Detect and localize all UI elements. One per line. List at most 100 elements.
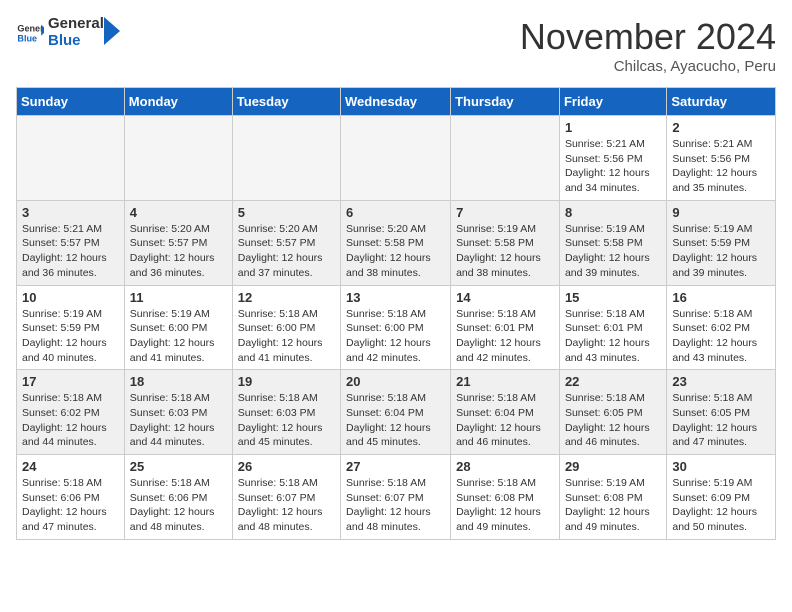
- day-info: Sunrise: 5:19 AM Sunset: 6:09 PM Dayligh…: [672, 476, 770, 535]
- calendar-cell: 16Sunrise: 5:18 AM Sunset: 6:02 PM Dayli…: [667, 285, 776, 370]
- calendar-cell: [124, 116, 232, 201]
- calendar-cell: 8Sunrise: 5:19 AM Sunset: 5:58 PM Daylig…: [559, 200, 666, 285]
- day-number: 26: [238, 459, 335, 474]
- weekday-header-monday: Monday: [124, 88, 232, 116]
- weekday-header-thursday: Thursday: [451, 88, 560, 116]
- calendar-cell: 23 Sunrise: 5:18 AM Sunset: 6:05 PM Dayli…: [667, 370, 776, 455]
- calendar-cell: 20 Sunrise: 5:18 AM Sunset: 6:04 PM Dayli…: [341, 370, 451, 455]
- calendar-cell: 30 Sunrise: 5:19 AM Sunset: 6:09 PM Dayli…: [667, 455, 776, 540]
- day-info: Sunrise: 5:18 AM Sunset: 6:00 PM Dayligh…: [238, 307, 335, 366]
- svg-text:Blue: Blue: [17, 33, 37, 43]
- day-info: Sunrise: 5:19 AM Sunset: 5:59 PM Dayligh…: [22, 307, 119, 366]
- calendar-cell: 22Sunrise: 5:18 AM Sunset: 6:05 PM Dayli…: [559, 370, 666, 455]
- weekday-header-tuesday: Tuesday: [232, 88, 340, 116]
- day-info: Sunrise: 5:21 AM Sunset: 5:57 PM Dayligh…: [22, 222, 119, 281]
- day-number: 21: [456, 374, 554, 389]
- calendar-cell: 25Sunrise: 5:18 AM Sunset: 6:06 PM Dayli…: [124, 455, 232, 540]
- day-number: 13: [346, 290, 445, 305]
- page-header: General Blue General Blue November 2024 …: [16, 16, 776, 75]
- calendar-cell: 14Sunrise: 5:18 AM Sunset: 6:01 PM Dayli…: [451, 285, 560, 370]
- calendar-cell: 24Sunrise: 5:18 AM Sunset: 6:06 PM Dayli…: [17, 455, 125, 540]
- day-number: 15: [565, 290, 661, 305]
- day-number: 7: [456, 205, 554, 220]
- calendar-cell: 29 Sunrise: 5:19 AM Sunset: 6:08 PM Dayli…: [559, 455, 666, 540]
- calendar-cell: [232, 116, 340, 201]
- weekday-header-sunday: Sunday: [17, 88, 125, 116]
- day-number: 29: [565, 459, 661, 474]
- logo: General Blue General Blue: [16, 16, 120, 49]
- calendar-cell: 21 Sunrise: 5:18 AM Sunset: 6:04 PM Dayli…: [451, 370, 560, 455]
- calendar-cell: 18 Sunrise: 5:18 AM Sunset: 6:03 PM Dayli…: [124, 370, 232, 455]
- calendar-cell: 10Sunrise: 5:19 AM Sunset: 5:59 PM Dayli…: [17, 285, 125, 370]
- day-info: Sunrise: 5:18 AM Sunset: 6:02 PM Dayligh…: [672, 307, 770, 366]
- day-info: Sunrise: 5:18 AM Sunset: 6:03 PM Dayligh…: [130, 391, 227, 450]
- day-info: Sunrise: 5:18 AM Sunset: 6:05 PM Dayligh…: [565, 391, 661, 450]
- weekday-header-saturday: Saturday: [667, 88, 776, 116]
- day-number: 25: [130, 459, 227, 474]
- day-info: Sunrise: 5:19 AM Sunset: 5:58 PM Dayligh…: [456, 222, 554, 281]
- logo-blue-text: Blue: [48, 33, 104, 50]
- day-info: Sunrise: 5:18 AM Sunset: 6:07 PM Dayligh…: [238, 476, 335, 535]
- day-number: 27: [346, 459, 445, 474]
- weekday-header-row: SundayMondayTuesdayWednesdayThursdayFrid…: [17, 88, 776, 116]
- day-number: 30: [672, 459, 770, 474]
- calendar-week-5: 24Sunrise: 5:18 AM Sunset: 6:06 PM Dayli…: [17, 455, 776, 540]
- calendar-cell: 11 Sunrise: 5:19 AM Sunset: 6:00 PM Dayli…: [124, 285, 232, 370]
- day-number: 17: [22, 374, 119, 389]
- calendar-cell: [451, 116, 560, 201]
- calendar-week-3: 10Sunrise: 5:19 AM Sunset: 5:59 PM Dayli…: [17, 285, 776, 370]
- location-subtitle: Chilcas, Ayacucho, Peru: [520, 58, 776, 75]
- logo-triangle: [104, 17, 120, 45]
- weekday-header-friday: Friday: [559, 88, 666, 116]
- day-info: Sunrise: 5:20 AM Sunset: 5:57 PM Dayligh…: [130, 222, 227, 281]
- weekday-header-wednesday: Wednesday: [341, 88, 451, 116]
- day-info: Sunrise: 5:18 AM Sunset: 6:07 PM Dayligh…: [346, 476, 445, 535]
- calendar-cell: 28Sunrise: 5:18 AM Sunset: 6:08 PM Dayli…: [451, 455, 560, 540]
- day-number: 20: [346, 374, 445, 389]
- day-info: Sunrise: 5:18 AM Sunset: 6:00 PM Dayligh…: [346, 307, 445, 366]
- day-number: 3: [22, 205, 119, 220]
- day-info: Sunrise: 5:18 AM Sunset: 6:02 PM Dayligh…: [22, 391, 119, 450]
- calendar-cell: 17 Sunrise: 5:18 AM Sunset: 6:02 PM Dayli…: [17, 370, 125, 455]
- day-number: 4: [130, 205, 227, 220]
- day-info: Sunrise: 5:21 AM Sunset: 5:56 PM Dayligh…: [672, 137, 770, 196]
- day-number: 1: [565, 120, 661, 135]
- day-number: 5: [238, 205, 335, 220]
- calendar-cell: 6 Sunrise: 5:20 AM Sunset: 5:58 PM Daylig…: [341, 200, 451, 285]
- calendar-cell: 12Sunrise: 5:18 AM Sunset: 6:00 PM Dayli…: [232, 285, 340, 370]
- day-info: Sunrise: 5:19 AM Sunset: 5:58 PM Dayligh…: [565, 222, 661, 281]
- day-info: Sunrise: 5:20 AM Sunset: 5:58 PM Dayligh…: [346, 222, 445, 281]
- calendar-table: SundayMondayTuesdayWednesdayThursdayFrid…: [16, 87, 776, 540]
- day-info: Sunrise: 5:19 AM Sunset: 6:08 PM Dayligh…: [565, 476, 661, 535]
- calendar-cell: [17, 116, 125, 201]
- day-info: Sunrise: 5:18 AM Sunset: 6:06 PM Dayligh…: [22, 476, 119, 535]
- calendar-cell: 4 Sunrise: 5:20 AM Sunset: 5:57 PM Daylig…: [124, 200, 232, 285]
- day-number: 2: [672, 120, 770, 135]
- day-info: Sunrise: 5:20 AM Sunset: 5:57 PM Dayligh…: [238, 222, 335, 281]
- day-info: Sunrise: 5:19 AM Sunset: 5:59 PM Dayligh…: [672, 222, 770, 281]
- day-info: Sunrise: 5:18 AM Sunset: 6:04 PM Dayligh…: [346, 391, 445, 450]
- day-number: 6: [346, 205, 445, 220]
- day-number: 11: [130, 290, 227, 305]
- day-number: 23: [672, 374, 770, 389]
- day-number: 28: [456, 459, 554, 474]
- day-number: 18: [130, 374, 227, 389]
- title-block: November 2024 Chilcas, Ayacucho, Peru: [520, 16, 776, 75]
- month-title: November 2024: [520, 16, 776, 58]
- calendar-cell: 7 Sunrise: 5:19 AM Sunset: 5:58 PM Daylig…: [451, 200, 560, 285]
- day-info: Sunrise: 5:18 AM Sunset: 6:04 PM Dayligh…: [456, 391, 554, 450]
- day-info: Sunrise: 5:18 AM Sunset: 6:05 PM Dayligh…: [672, 391, 770, 450]
- calendar-cell: 26 Sunrise: 5:18 AM Sunset: 6:07 PM Dayli…: [232, 455, 340, 540]
- calendar-week-4: 17 Sunrise: 5:18 AM Sunset: 6:02 PM Dayli…: [17, 370, 776, 455]
- calendar-cell: [341, 116, 451, 201]
- calendar-cell: 9 Sunrise: 5:19 AM Sunset: 5:59 PM Daylig…: [667, 200, 776, 285]
- svg-text:General: General: [17, 23, 44, 33]
- day-info: Sunrise: 5:19 AM Sunset: 6:00 PM Dayligh…: [130, 307, 227, 366]
- day-info: Sunrise: 5:21 AM Sunset: 5:56 PM Dayligh…: [565, 137, 661, 196]
- calendar-cell: 3 Sunrise: 5:21 AM Sunset: 5:57 PM Daylig…: [17, 200, 125, 285]
- day-number: 9: [672, 205, 770, 220]
- day-info: Sunrise: 5:18 AM Sunset: 6:01 PM Dayligh…: [565, 307, 661, 366]
- logo-icon: General Blue: [16, 19, 44, 47]
- calendar-cell: 15 Sunrise: 5:18 AM Sunset: 6:01 PM Dayli…: [559, 285, 666, 370]
- calendar-cell: 5 Sunrise: 5:20 AM Sunset: 5:57 PM Daylig…: [232, 200, 340, 285]
